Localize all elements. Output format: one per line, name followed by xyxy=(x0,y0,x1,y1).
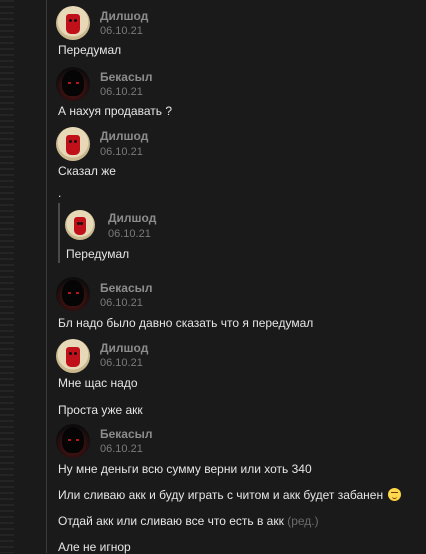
author-name[interactable]: Дилшод xyxy=(100,9,148,23)
quoted-timestamp: 06.10.21 xyxy=(108,228,151,240)
bekasyl-avatar[interactable] xyxy=(56,277,90,311)
message-text: Ну мне деньги всю сумму верни или хоть 3… xyxy=(58,462,312,476)
quoted-dilshod-avatar[interactable] xyxy=(65,210,95,240)
message-timestamp: 06.10.21 xyxy=(100,25,143,37)
avatar-eye-icon xyxy=(76,439,79,441)
avatar-face-icon xyxy=(74,217,86,235)
avatar-hair-icon xyxy=(62,280,84,306)
message-text: Бл надо было давно сказать что я передум… xyxy=(58,316,314,330)
avatar-eye-icon xyxy=(68,439,71,441)
message-text: Передумал xyxy=(58,43,122,57)
dilshod-avatar[interactable] xyxy=(56,127,90,161)
message-text: Але не игнор xyxy=(58,540,131,554)
quote-bar xyxy=(58,203,60,263)
quoted-author-name[interactable]: Дилшод xyxy=(108,211,156,225)
message-text: А нахуя продавать ? xyxy=(58,104,172,118)
message-timestamp: 06.10.21 xyxy=(100,297,143,309)
avatar-hair-icon xyxy=(62,427,84,453)
message-text: Мне щас надо xyxy=(58,376,138,390)
dilshod-avatar[interactable] xyxy=(56,6,90,40)
avatar-eye-icon xyxy=(76,292,79,294)
bekasyl-avatar[interactable] xyxy=(56,424,90,458)
author-name[interactable]: Дилшод xyxy=(100,129,148,143)
avatar-eye-icon xyxy=(68,82,71,84)
message-timestamp: 06.10.21 xyxy=(100,146,143,158)
message-text: Проста уже акк xyxy=(58,403,143,417)
message-text: Или сливаю акк и буду играть с читом и а… xyxy=(58,488,384,502)
author-name[interactable]: Дилшод xyxy=(100,341,148,355)
author-name[interactable]: Бекасыл xyxy=(100,281,153,295)
thread-line xyxy=(46,0,47,553)
author-name[interactable]: Бекасыл xyxy=(100,427,153,441)
avatar-eye-icon xyxy=(76,82,79,84)
message-timestamp: 06.10.21 xyxy=(100,357,143,369)
thread-side-decoration xyxy=(0,0,14,553)
message-text: Сказал же xyxy=(58,164,116,178)
avatar-face-icon xyxy=(66,347,80,367)
message-text: Отдай акк или сливаю все что есть в акк xyxy=(58,514,284,528)
avatar-eye-icon xyxy=(68,292,71,294)
quoted-message-text: Передумал xyxy=(66,247,130,261)
message-text-edited: Отдай акк или сливаю все что есть в акк … xyxy=(58,514,319,528)
message-text: . xyxy=(58,186,62,200)
edited-label: (ред.) xyxy=(287,514,319,528)
smirk-emoji-icon xyxy=(388,488,402,501)
avatar-hair-icon xyxy=(62,70,84,96)
bekasyl-avatar[interactable] xyxy=(56,67,90,101)
author-name[interactable]: Бекасыл xyxy=(100,70,153,84)
avatar-face-icon xyxy=(66,14,80,34)
message-text-with-emoji: Или сливаю акк и буду играть с читом и а… xyxy=(58,488,402,502)
avatar-face-icon xyxy=(66,135,80,155)
dilshod-avatar[interactable] xyxy=(56,339,90,373)
message-timestamp: 06.10.21 xyxy=(100,443,143,455)
message-timestamp: 06.10.21 xyxy=(100,86,143,98)
